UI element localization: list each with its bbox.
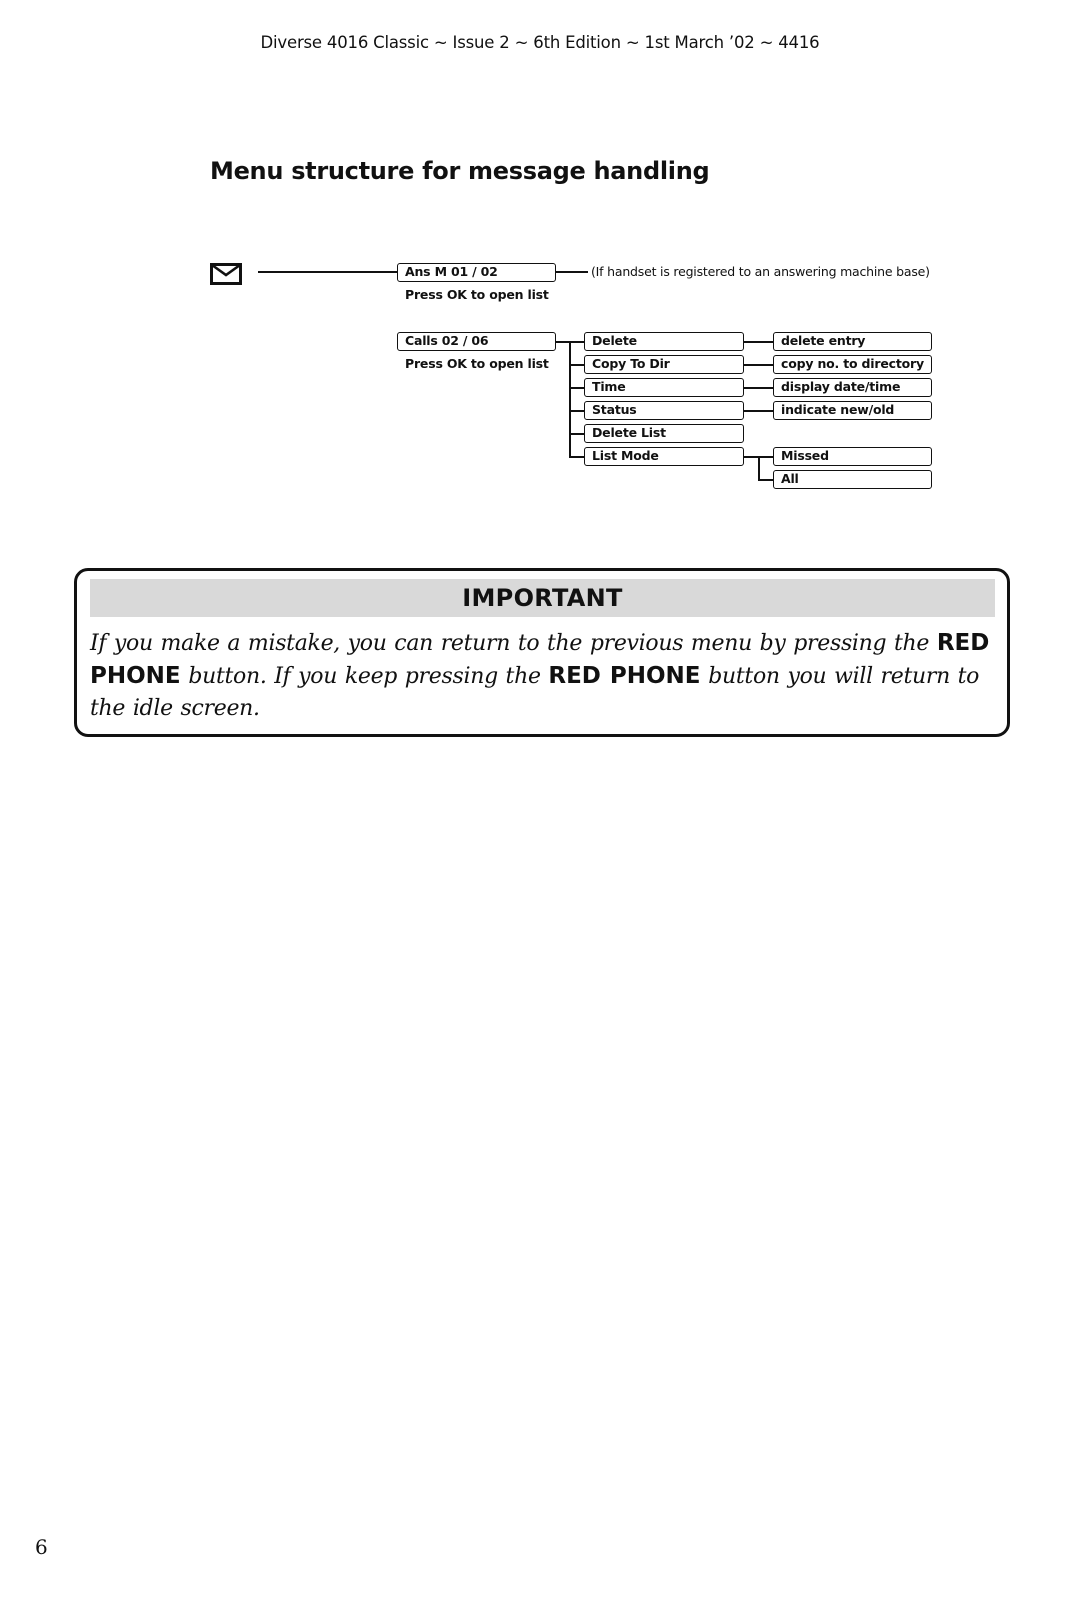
connector-line [569,387,584,389]
connector-line [569,433,584,435]
list-mode-missed: Missed [773,447,932,466]
menu-item-list-mode: List Mode [584,447,744,466]
detail-indicate-new-old: indicate new/old [773,401,932,420]
calls-hint: Press OK to open list [405,356,549,371]
connector-line [569,410,584,412]
running-header: Diverse 4016 Classic ~ Issue 2 ~ 6th Edi… [260,33,820,52]
connector-line [569,364,584,366]
detail-display-date-time: display date/time [773,378,932,397]
ans-m-hint: Press OK to open list [405,287,549,302]
ans-m-note: (If handset is registered to an answerin… [591,264,930,279]
red-phone-emphasis: RED PHONE [548,663,701,689]
menu-item-time: Time [584,378,744,397]
connector-line [569,341,571,457]
connector-line [258,271,397,273]
detail-copy-number: copy no. to directory [773,355,932,374]
connector-line [744,387,773,389]
important-heading: IMPORTANT [90,579,995,617]
important-text-part: button. If you keep pressing the [180,664,549,689]
menu-item-ans-m: Ans M 01 / 02 [397,263,556,282]
important-text-part: If you make a mistake, you can return to… [90,631,937,656]
menu-item-delete: Delete [584,332,744,351]
list-mode-all: All [773,470,932,489]
connector-line [758,456,773,458]
menu-item-status: Status [584,401,744,420]
menu-item-calls: Calls 02 / 06 [397,332,556,351]
connector-line [758,479,773,481]
connector-line [744,410,773,412]
detail-delete-entry: delete entry [773,332,932,351]
connector-line [556,341,570,343]
menu-item-delete-list: Delete List [584,424,744,443]
connector-line [744,341,773,343]
connector-line [569,456,584,458]
section-title: Menu structure for message handling [210,157,710,185]
menu-item-copy-to-dir: Copy To Dir [584,355,744,374]
important-text: If you make a mistake, you can return to… [90,627,1000,725]
envelope-icon [210,263,242,285]
connector-line [744,456,759,458]
connector-line [556,271,588,273]
page-number: 6 [35,1535,48,1559]
connector-line [758,456,760,480]
connector-line [744,364,773,366]
connector-line [569,341,584,343]
